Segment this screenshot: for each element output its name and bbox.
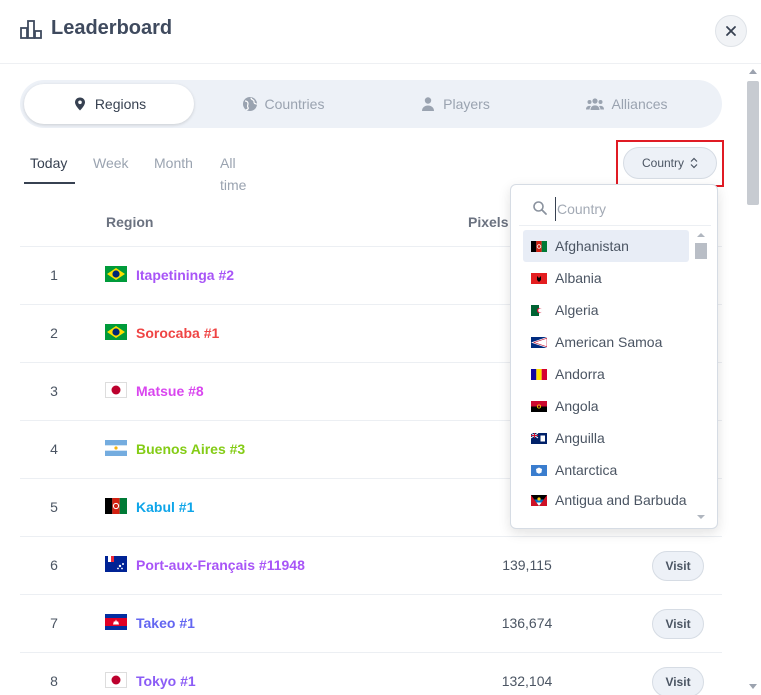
andorra-flag-icon (531, 368, 547, 380)
region-name[interactable]: Sorocaba #1 (136, 325, 219, 341)
country-filter-label: Country (641, 156, 685, 170)
country-option-antigua-and-barbuda[interactable]: Antigua and Barbuda (523, 486, 689, 524)
american-samoa-flag-icon (531, 336, 547, 348)
user-icon (422, 97, 435, 111)
leaderboard-content: Regions Countries Players Alliances Toda… (0, 64, 745, 695)
leaderboard-header: Leaderboard (0, 0, 761, 64)
brazil-flag-icon (105, 266, 127, 282)
brazil-flag-icon (105, 324, 127, 340)
region-name[interactable]: Port-aux-Français #11948 (136, 557, 305, 573)
scroll-up-arrow[interactable] (749, 69, 757, 74)
pixel-count: 139,115 (502, 557, 552, 573)
rank: 6 (50, 557, 58, 573)
country-option-anguilla[interactable]: Anguilla (523, 422, 689, 454)
page-title: Leaderboard (51, 17, 173, 39)
country-option-label: Albania (555, 270, 602, 286)
tab-label: Regions (94, 96, 147, 112)
country-option-antarctica[interactable]: Antarctica (523, 454, 689, 486)
country-option-label: Angola (555, 398, 599, 414)
close-icon (726, 26, 736, 36)
period-all-time[interactable]: All time (220, 152, 246, 193)
tab-label: Alliances (611, 96, 668, 112)
country-option-albania[interactable]: Albania (523, 262, 689, 294)
map-pin-icon (74, 97, 85, 111)
albania-flag-icon (531, 272, 547, 284)
chevron-up-down-icon (690, 157, 698, 169)
antarctica-flag-icon (531, 464, 547, 476)
french-southern-territories-flag-icon (105, 556, 127, 572)
rank: 1 (50, 267, 58, 283)
rank: 3 (50, 383, 58, 399)
country-option-andorra[interactable]: Andorra (523, 358, 689, 390)
category-tabs: Regions Countries Players Alliances (20, 80, 722, 128)
country-dropdown: Afghanistan Albania Algeria American Sam… (510, 184, 718, 529)
country-option-algeria[interactable]: Algeria (523, 294, 689, 326)
visit-button[interactable]: Visit (652, 551, 704, 581)
period-today[interactable]: Today (24, 152, 75, 184)
column-header-region: Region (106, 214, 154, 230)
country-option-label: Antarctica (555, 462, 618, 478)
dropdown-scroll-down-arrow[interactable] (697, 515, 705, 519)
angola-flag-icon (531, 400, 547, 412)
country-option-label: Anguilla (555, 430, 605, 446)
argentina-flag-icon (105, 440, 127, 456)
pixel-count: 136,674 (501, 615, 553, 631)
close-button[interactable] (715, 15, 747, 47)
scrollbar-thumb[interactable] (747, 81, 759, 205)
table-row[interactable]: 6 Port-aux-Français #11948 139,115 Visit (20, 536, 722, 594)
country-option-afghanistan[interactable]: Afghanistan (523, 230, 689, 262)
tab-alliances[interactable]: Alliances (542, 84, 712, 124)
tab-countries[interactable]: Countries (198, 84, 368, 124)
algeria-flag-icon (531, 304, 547, 316)
dropdown-scroll-up-arrow[interactable] (697, 233, 705, 237)
region-name[interactable]: Kabul #1 (136, 499, 194, 515)
visit-button[interactable]: Visit (652, 609, 704, 639)
dropdown-scrollbar-thumb[interactable] (695, 243, 707, 259)
country-option-label: Afghanistan (555, 238, 629, 254)
pixel-count: 132,104 (501, 673, 553, 689)
users-group-icon (586, 98, 605, 110)
table-row[interactable]: 7 Takeo #1 136,674 Visit (20, 594, 722, 652)
japan-flag-icon (105, 382, 127, 398)
antigua-and-barbuda-flag-icon (531, 495, 547, 506)
tab-label: Players (443, 96, 490, 112)
tab-label: Countries (264, 96, 325, 112)
visit-button[interactable]: Visit (652, 667, 704, 695)
country-list: Afghanistan Albania Algeria American Sam… (523, 230, 689, 524)
rank: 2 (50, 325, 58, 341)
anguilla-flag-icon (531, 432, 547, 444)
country-option-angola[interactable]: Angola (523, 390, 689, 422)
leaderboard-icon (20, 20, 42, 39)
rank: 5 (50, 499, 58, 515)
rank: 7 (50, 615, 58, 631)
country-search-input[interactable] (555, 197, 705, 221)
country-option-label: Andorra (555, 366, 605, 382)
country-option-label: Algeria (555, 302, 599, 318)
afghanistan-flag-icon (105, 498, 127, 514)
region-name[interactable]: Itapetininga #2 (136, 267, 234, 283)
country-option-label: Antigua and Barbuda (555, 492, 687, 508)
tab-regions[interactable]: Regions (24, 84, 194, 124)
rank: 8 (50, 673, 58, 689)
globe-icon (242, 97, 257, 111)
afghanistan-flag-icon (531, 240, 547, 252)
tab-players[interactable]: Players (370, 84, 540, 124)
country-search (519, 192, 711, 226)
region-name[interactable]: Buenos Aires #3 (136, 441, 245, 457)
scroll-down-arrow[interactable] (749, 684, 757, 689)
country-option-label: American Samoa (555, 334, 663, 350)
table-row[interactable]: 8 Tokyo #1 132,104 Visit (20, 652, 722, 695)
rank: 4 (50, 441, 58, 457)
country-filter-select[interactable]: Country (623, 147, 717, 179)
cambodia-flag-icon (105, 614, 127, 630)
period-week[interactable]: Week (93, 152, 129, 184)
region-name[interactable]: Matsue #8 (136, 383, 204, 399)
region-name[interactable]: Tokyo #1 (136, 673, 196, 689)
region-name[interactable]: Takeo #1 (136, 615, 195, 631)
country-option-american-samoa[interactable]: American Samoa (523, 326, 689, 358)
column-header-pixels: Pixels (468, 214, 509, 230)
japan-flag-icon (105, 672, 127, 688)
period-month[interactable]: Month (154, 152, 193, 184)
search-icon (533, 201, 547, 215)
